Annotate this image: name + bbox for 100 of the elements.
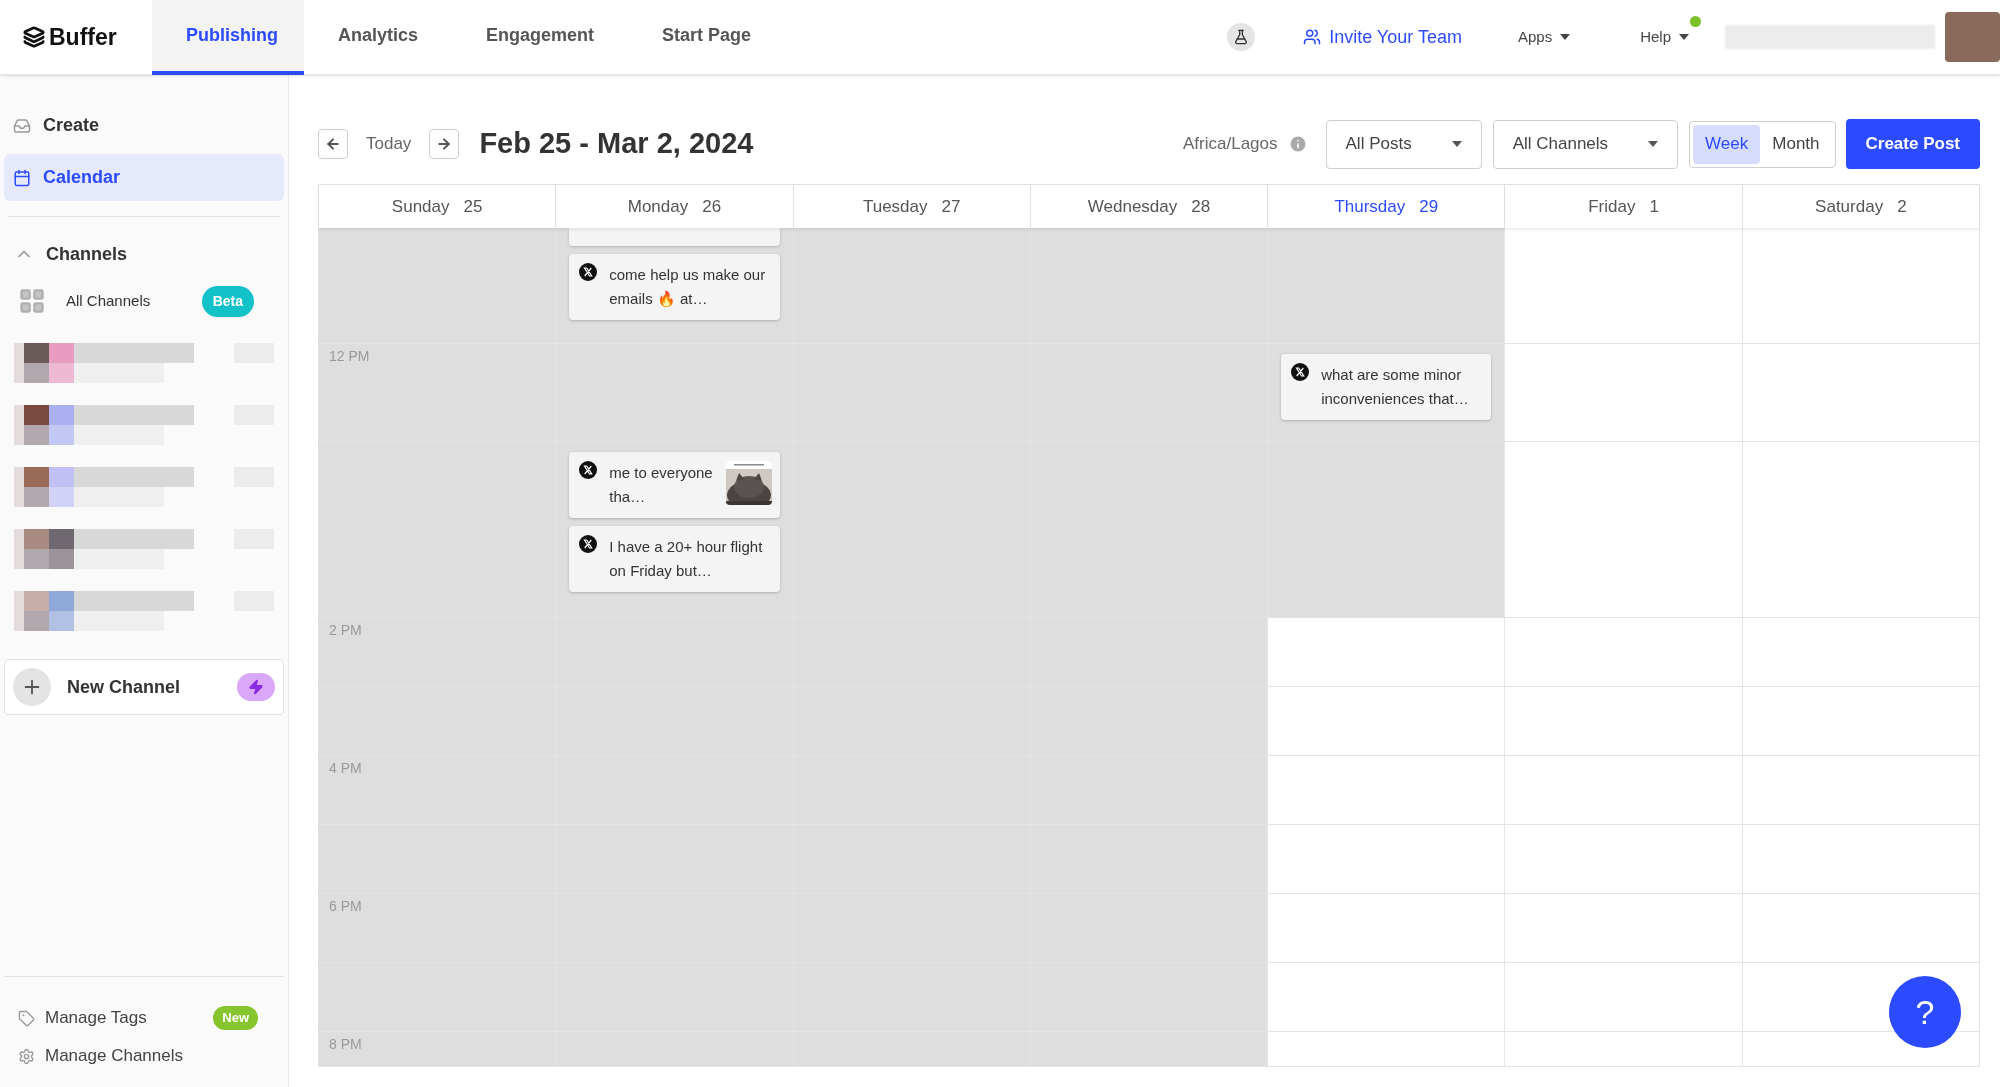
calendar-cell[interactable] (1742, 687, 1980, 756)
calendar-cell[interactable] (319, 228, 557, 344)
caret-icon (1679, 34, 1689, 40)
calendar-cell[interactable] (1742, 228, 1980, 344)
calendar-cell[interactable] (1505, 1032, 1743, 1067)
calendar-cell[interactable] (1505, 228, 1743, 344)
calendar-cell[interactable] (1268, 618, 1506, 687)
x-mark-icon (579, 263, 598, 281)
x-mark-icon (579, 461, 598, 479)
calendar-cell[interactable] (1030, 825, 1269, 894)
avatar[interactable] (1945, 12, 2000, 62)
date-range: Feb 25 - Mar 2, 2024 (479, 126, 754, 162)
post-card[interactable]: me to everyone tha… (569, 452, 780, 518)
sidebar-item[interactable]: Calendar (4, 154, 284, 201)
post-card[interactable]: I have a 20+ hour flight on Friday but… (569, 526, 780, 592)
caret-icon (1560, 34, 1571, 40)
create-post-button[interactable]: Create Post (1845, 119, 1980, 169)
all-channels-item[interactable]: All Channels Beta (4, 279, 284, 323)
next-week-button[interactable] (429, 129, 460, 159)
people-icon (1303, 28, 1322, 46)
calendar-cell[interactable] (1505, 756, 1743, 825)
calendar-cell[interactable] (1030, 756, 1269, 825)
calendar-cell[interactable] (1505, 344, 1743, 442)
grid-icon (18, 287, 46, 315)
calendar-cell[interactable] (1268, 756, 1506, 825)
calendar-cell[interactable] (1505, 618, 1743, 687)
x-mark-icon (1291, 363, 1310, 381)
nav-tab[interactable]: Engagement (452, 0, 629, 75)
filter-dropdown[interactable]: All Channels (1492, 119, 1679, 169)
time-label: 2 PM (329, 621, 362, 640)
calendar-cell[interactable] (1030, 687, 1269, 756)
calendar-cell[interactable] (1030, 963, 1269, 1032)
post-text: come help us make our emails 🔥 at… (609, 265, 767, 309)
time-label: 4 PM (329, 759, 362, 778)
calendar-cell[interactable] (1268, 228, 1506, 344)
calendar-cell[interactable] (1742, 618, 1980, 687)
calendar-cell[interactable] (1030, 1032, 1269, 1067)
calendar-cell[interactable] (319, 825, 557, 894)
nav-tab[interactable]: Start Page (628, 0, 786, 75)
calendar-cell[interactable]: what are some minor inconveniences that… (1268, 344, 1506, 442)
sidebar-link[interactable]: Manage Channels (4, 1037, 284, 1075)
nav-menu[interactable]: Help (1640, 25, 1689, 49)
beta-badge: Beta (201, 285, 254, 317)
calendar-cell[interactable] (1268, 963, 1506, 1032)
calendar-cell[interactable] (1742, 825, 1980, 894)
new-channel-button[interactable]: New Channel (4, 659, 284, 715)
today-button[interactable]: Today (366, 131, 412, 157)
calendar-cell[interactable] (1268, 442, 1506, 618)
post-card[interactable]: come help us make our emails 🔥 at… (569, 254, 780, 320)
calendar-cell[interactable] (1030, 228, 1269, 344)
calendar-cell[interactable] (793, 228, 1031, 344)
time-label: 12 PM (329, 347, 370, 366)
calendar-cell[interactable] (1505, 687, 1743, 756)
calendar-cell[interactable] (319, 687, 557, 756)
nav-tab[interactable]: Analytics (304, 0, 453, 75)
calendar-cell[interactable] (1742, 442, 1980, 618)
calendar-cell[interactable] (1030, 442, 1269, 618)
calendar-cell[interactable] (1505, 442, 1743, 618)
calendar-cell[interactable]: me to everyone tha… I have a 20+ hour flight on Friday but… (556, 442, 794, 618)
calendar-cell[interactable] (1505, 894, 1743, 963)
settings-icon (18, 1047, 35, 1065)
calendar-cell[interactable] (556, 1032, 794, 1067)
calendar-cell[interactable] (1505, 963, 1743, 1032)
calendar-cell[interactable] (1742, 894, 1980, 963)
invite-link[interactable]: Invite Your Team (1303, 23, 1462, 51)
post-card[interactable] (569, 228, 780, 246)
calendar-cell[interactable] (319, 442, 557, 618)
time-label: 8 PM (329, 1035, 362, 1054)
view-tab[interactable]: Month (1760, 124, 1832, 164)
flask-button[interactable] (1227, 23, 1256, 51)
flask-icon (1233, 29, 1250, 45)
view-tab[interactable]: Week (1693, 124, 1761, 164)
calendar-cell[interactable] (1742, 1032, 1980, 1067)
calendar-cell[interactable]: come help us make our emails 🔥 at… (556, 228, 794, 344)
sidebar-item[interactable]: Create (4, 102, 284, 149)
calendar-cell[interactable] (1742, 344, 1980, 442)
calendar-cell[interactable] (793, 1032, 1031, 1067)
calendar-cell[interactable] (1268, 687, 1506, 756)
calendar-cell[interactable] (1268, 825, 1506, 894)
calendar-cell[interactable] (1505, 825, 1743, 894)
calendar-cell[interactable] (1268, 1032, 1506, 1067)
calendar-cell[interactable] (1030, 894, 1269, 963)
previous-week-button[interactable] (318, 129, 348, 159)
nav-menu[interactable]: Apps (1517, 25, 1571, 49)
filter-dropdown[interactable]: All Posts (1325, 119, 1482, 169)
calendar-cell[interactable] (1030, 618, 1269, 687)
logo[interactable]: Buffer (49, 19, 117, 55)
calendar-cell[interactable] (319, 963, 557, 1032)
post-card[interactable]: what are some minor inconveniences that… (1281, 354, 1492, 420)
new-badge: New (213, 1006, 258, 1030)
tag-icon (18, 1009, 35, 1027)
calendar-cell[interactable] (1268, 894, 1506, 963)
channels-header[interactable]: Channels (4, 229, 284, 279)
calendar-cell[interactable] (1742, 756, 1980, 825)
post-text: me to everyone tha… (609, 463, 714, 507)
x-mark-icon (579, 535, 598, 553)
arrow-left-icon (325, 136, 341, 152)
sidebar-link[interactable]: Manage Tags New (4, 999, 284, 1037)
post-text: I have a 20+ hour flight on Friday but… (609, 537, 764, 581)
nav-tab[interactable]: Publishing (152, 0, 304, 75)
